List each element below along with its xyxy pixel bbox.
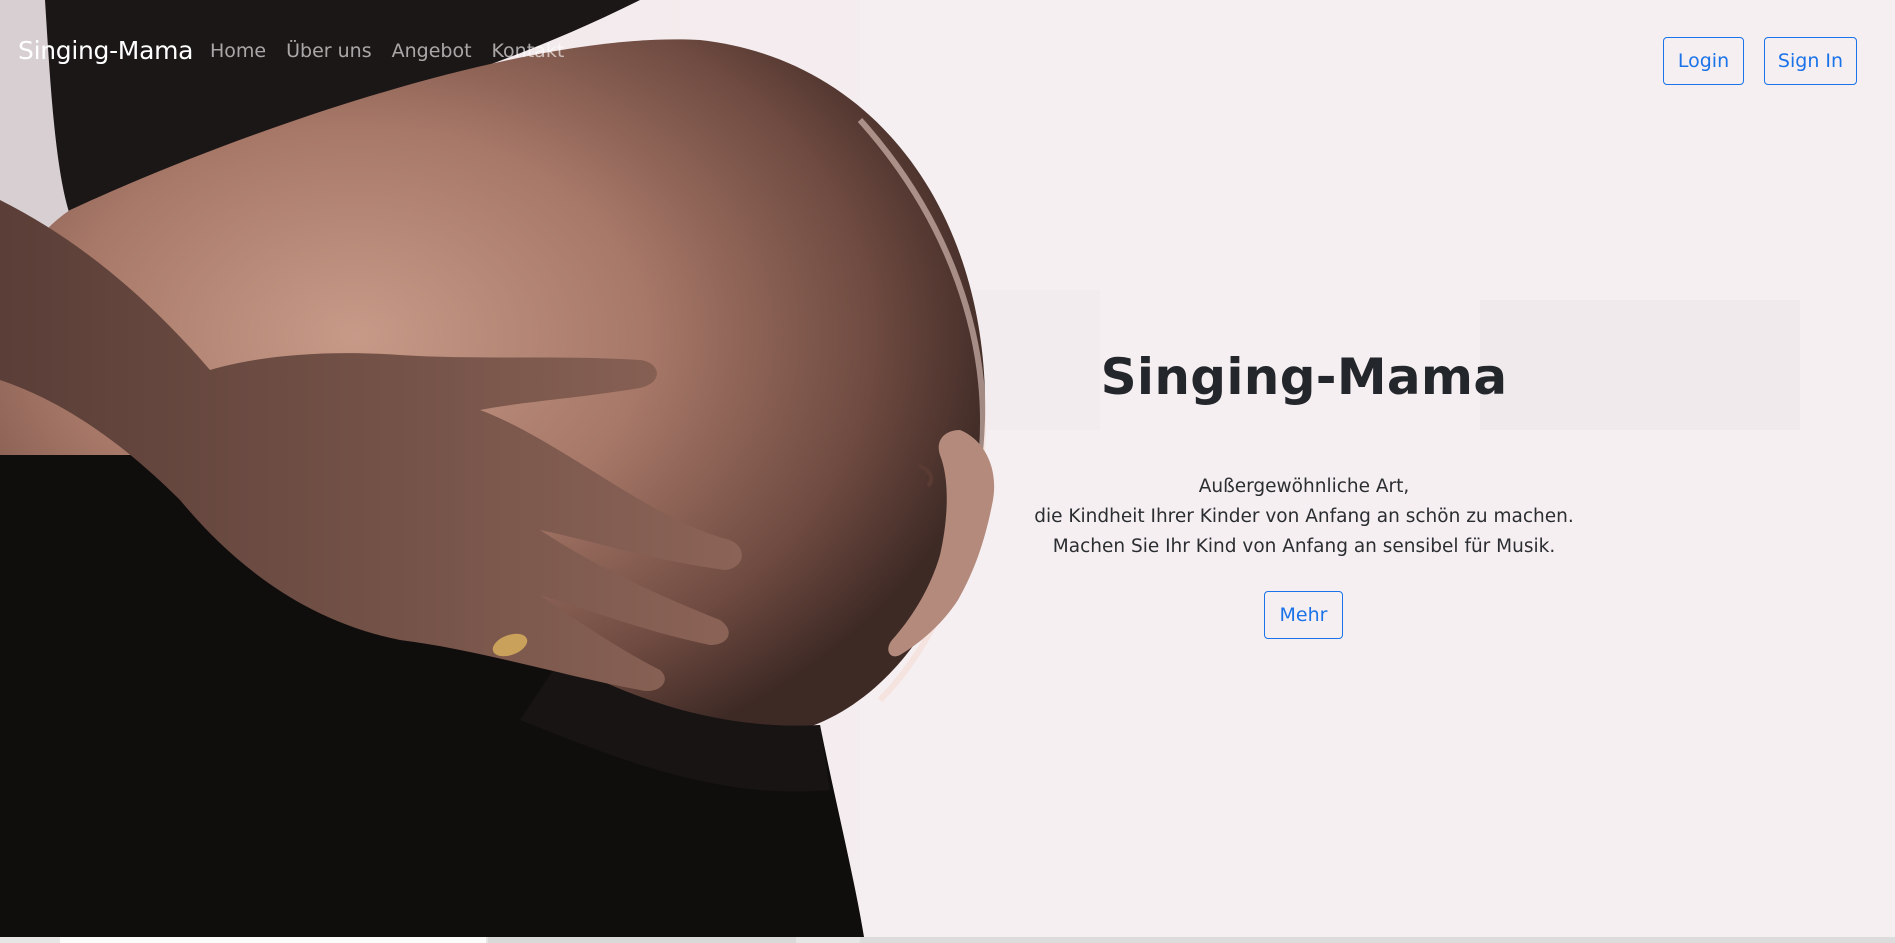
nav-link-angebot[interactable]: Angebot [392,40,472,62]
nav-link-ueber-uns[interactable]: Über uns [286,40,372,62]
main-nav: Home Über uns Angebot Kontakt [210,40,564,62]
scrollbar-track-segment [488,937,796,943]
login-button[interactable]: Login [1663,37,1744,85]
hero-section: Singing-Mama Home Über uns Angebot Konta… [0,0,1895,943]
hero-tagline: Außergewöhnliche Art, die Kindheit Ihrer… [1000,472,1608,562]
hero-background-photo [0,0,1895,943]
sign-in-button[interactable]: Sign In [1764,37,1857,85]
tagline-line-3: Machen Sie Ihr Kind von Anfang an sensib… [1052,535,1556,557]
more-button[interactable]: Mehr [1264,591,1343,639]
scrollbar-track-segment [860,937,1895,943]
horizontal-scrollbar[interactable] [0,937,1895,943]
scrollbar-thumb[interactable] [60,937,486,943]
brand-logo-link[interactable]: Singing-Mama [18,36,193,65]
hero-title: Singing-Mama [1100,348,1508,406]
nav-link-kontakt[interactable]: Kontakt [492,40,565,62]
tagline-line-1: Außergewöhnliche Art, [1198,475,1410,497]
nav-link-home[interactable]: Home [210,40,266,62]
tagline-line-2: die Kindheit Ihrer Kinder von Anfang an … [1034,505,1574,527]
